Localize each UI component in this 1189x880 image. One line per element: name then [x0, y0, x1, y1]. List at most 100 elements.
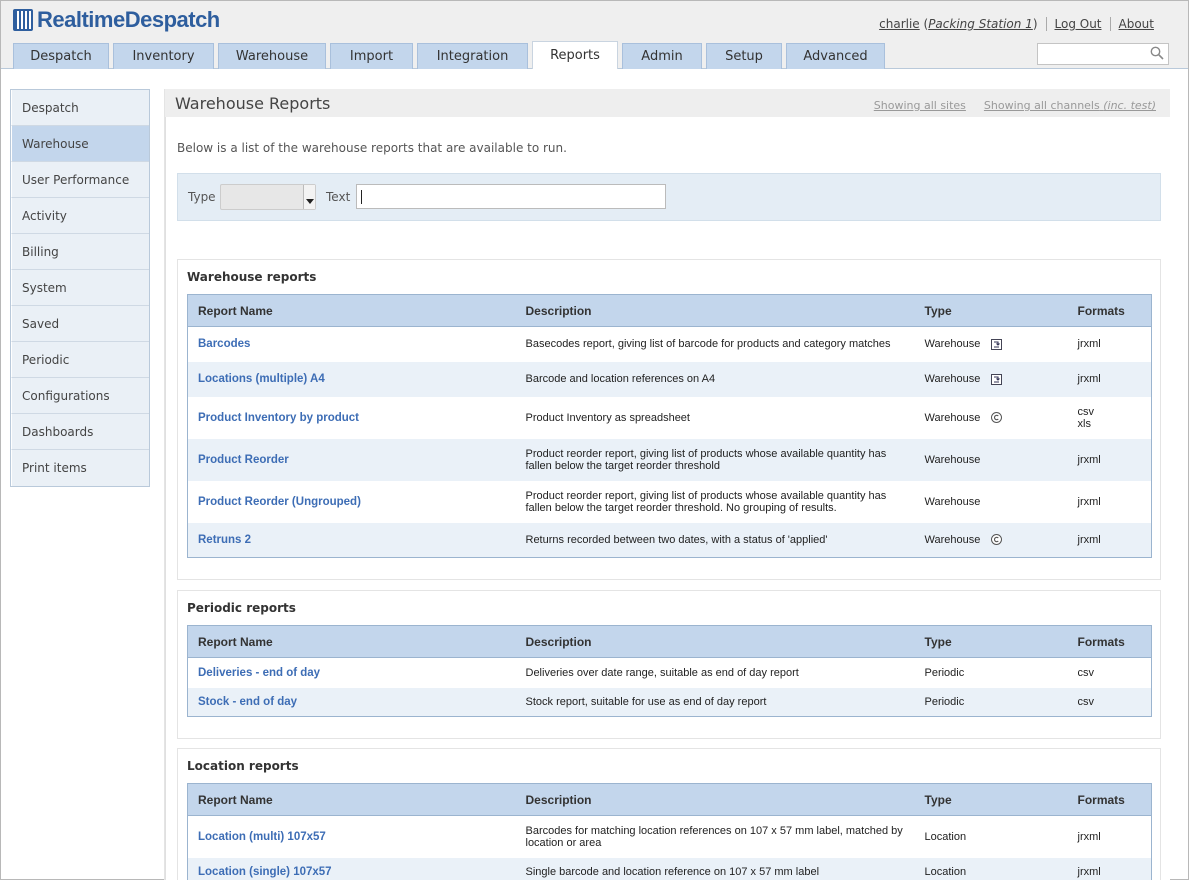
description-line: Barcodes for matching location reference…	[525, 824, 903, 837]
column-header-report-name[interactable]: Report Name	[187, 625, 516, 658]
type-label: Type	[188, 190, 216, 204]
sidebar-item-periodic[interactable]: Periodic	[11, 342, 149, 378]
sidebar-item-user-performance[interactable]: User Performance	[11, 162, 149, 198]
tab-reports[interactable]: Reports	[532, 41, 618, 69]
tab-warehouse[interactable]: Warehouse	[218, 43, 326, 69]
format-jrxml[interactable]: jrxml	[1078, 373, 1152, 385]
format-jrxml[interactable]: jrxml	[1078, 831, 1152, 843]
format-jrxml[interactable]: jrxml	[1078, 338, 1152, 350]
station-link[interactable]: Packing Station 1	[928, 17, 1033, 31]
app-logo[interactable]: RealtimeDespatch	[13, 7, 220, 33]
report-formats: jrxml	[1068, 327, 1152, 362]
sidebar-item-activity[interactable]: Activity	[11, 198, 149, 234]
column-header-report-name[interactable]: Report Name	[187, 294, 516, 327]
tab-integration[interactable]: Integration	[417, 43, 528, 69]
column-header-description[interactable]: Description	[515, 625, 915, 658]
search-icon[interactable]	[1150, 46, 1164, 60]
format-jrxml[interactable]: jrxml	[1078, 496, 1152, 508]
report-name-link[interactable]: Barcodes	[188, 327, 516, 362]
user-name-link[interactable]: charlie	[879, 17, 920, 31]
column-header-formats[interactable]: Formats	[1067, 294, 1152, 327]
report-name-link[interactable]: Location (multi) 107x57	[188, 816, 516, 858]
report-formats: jrxml	[1067, 361, 1152, 397]
report-name-link[interactable]: Location (single) 107x57	[187, 857, 516, 880]
report-type-label: Location	[924, 866, 967, 878]
report-type-label: Warehouse	[924, 533, 981, 546]
logout-link[interactable]: Log Out	[1055, 17, 1102, 31]
report-name-link[interactable]: Deliveries - end of day	[188, 658, 516, 688]
tab-setup[interactable]: Setup	[706, 43, 782, 69]
filter-bar: Type Text	[177, 173, 1161, 221]
report-description: Barcode and location references on A4	[515, 361, 915, 397]
table-row[interactable]: Retruns 2 Returns recorded between two da…	[187, 522, 1152, 558]
sidebar: Despatch Warehouse User Performance Activit…	[10, 89, 150, 487]
text-input[interactable]	[356, 184, 666, 209]
format-jrxml[interactable]: jrxml	[1078, 866, 1152, 878]
sidebar-item-dashboards[interactable]: Dashboards	[11, 414, 149, 450]
format-csv[interactable]: csv	[1078, 406, 1152, 418]
sidebar-item-despatch[interactable]: Despatch	[11, 90, 149, 126]
description-line: Basecodes report, giving list of barcode…	[525, 338, 891, 351]
report-type-label: Warehouse	[924, 338, 981, 351]
chevron-down-icon[interactable]	[303, 185, 315, 209]
column-header-formats[interactable]: Formats	[1067, 783, 1152, 816]
report-description: Product Inventory as spreadsheet	[516, 397, 915, 439]
description-line: Deliveries over date range, suitable as …	[525, 666, 799, 679]
column-header-report-name[interactable]: Report Name	[187, 783, 516, 816]
table-row[interactable]: Stock - end of day Stock report, suitable…	[187, 687, 1152, 717]
sidebar-item-configurations[interactable]: Configurations	[11, 378, 149, 414]
report-type-label: Warehouse	[924, 495, 981, 508]
table-row[interactable]: Locations (multiple) A4 Barcode and locat…	[187, 361, 1152, 397]
table-row[interactable]: Location (single) 107x57 Single barcode a…	[187, 857, 1152, 880]
description-line: location or area	[525, 836, 602, 849]
report-name-link[interactable]: Product Reorder (Ungrouped)	[188, 481, 516, 523]
report-type: Warehouse	[914, 438, 1068, 481]
table-row[interactable]: Product Inventory by product Product Inve…	[188, 397, 1152, 439]
description-line: Product reorder report, giving list of p…	[525, 447, 887, 460]
report-description: Product reorder report, giving list of p…	[515, 438, 915, 481]
search-box[interactable]	[1037, 43, 1169, 65]
report-name-link[interactable]: Locations (multiple) A4	[187, 361, 516, 397]
tab-inventory[interactable]: Inventory	[113, 43, 214, 69]
sidebar-item-system[interactable]: System	[11, 270, 149, 306]
report-type-cell: Warehouse	[925, 412, 1068, 424]
table-row[interactable]: Product Reorder Product reorder report, g…	[187, 438, 1152, 481]
tab-import[interactable]: Import	[330, 43, 413, 69]
sites-link[interactable]: Showing all sites	[874, 99, 966, 112]
report-name-link[interactable]: Product Inventory by product	[188, 397, 516, 439]
channels-link[interactable]: Showing all channels (inc. test)	[984, 99, 1156, 112]
tab-admin[interactable]: Admin	[622, 43, 702, 69]
page-title: Warehouse Reports	[175, 94, 331, 113]
column-header-type[interactable]: Type	[914, 294, 1068, 327]
report-type-label: Location	[924, 830, 967, 843]
column-header-description[interactable]: Description	[515, 294, 915, 327]
column-header-description[interactable]: Description	[515, 783, 915, 816]
format-jrxml[interactable]: jrxml	[1078, 534, 1152, 546]
sidebar-item-warehouse[interactable]: Warehouse	[11, 126, 149, 162]
table-row[interactable]: Location (multi) 107x57 Barcodes for matc…	[188, 816, 1152, 858]
main-content: Below is a list of the warehouse reports…	[165, 117, 1170, 880]
report-type-cell: Location	[925, 866, 1068, 878]
type-select[interactable]	[220, 184, 316, 210]
tab-advanced[interactable]: Advanced	[786, 43, 885, 69]
report-type-label: Periodic	[924, 695, 965, 708]
table-row[interactable]: Deliveries - end of day Deliveries over d…	[188, 658, 1152, 688]
tab-despatch[interactable]: Despatch	[13, 43, 109, 69]
report-name-link[interactable]: Retruns 2	[187, 522, 516, 558]
report-name-link[interactable]: Product Reorder	[187, 438, 516, 481]
table-row[interactable]: Barcodes Basecodes report, giving list of…	[188, 327, 1152, 362]
column-header-formats[interactable]: Formats	[1067, 625, 1152, 658]
sidebar-item-billing[interactable]: Billing	[11, 234, 149, 270]
format-csv[interactable]: csv	[1078, 696, 1152, 708]
column-header-type[interactable]: Type	[914, 625, 1068, 658]
column-header-type[interactable]: Type	[914, 783, 1068, 816]
sidebar-item-saved[interactable]: Saved	[11, 306, 149, 342]
format-csv[interactable]: csv	[1078, 667, 1152, 679]
table-row[interactable]: Product Reorder (Ungrouped) Product reord…	[188, 481, 1152, 523]
about-link[interactable]: About	[1119, 17, 1154, 31]
format-xls[interactable]: xls	[1078, 418, 1152, 430]
format-jrxml[interactable]: jrxml	[1078, 454, 1152, 466]
sidebar-item-print-items[interactable]: Print items	[11, 450, 149, 486]
reports-table: Report Name Description Type Formats Barcode…	[187, 294, 1152, 558]
report-name-link[interactable]: Stock - end of day	[187, 687, 516, 717]
